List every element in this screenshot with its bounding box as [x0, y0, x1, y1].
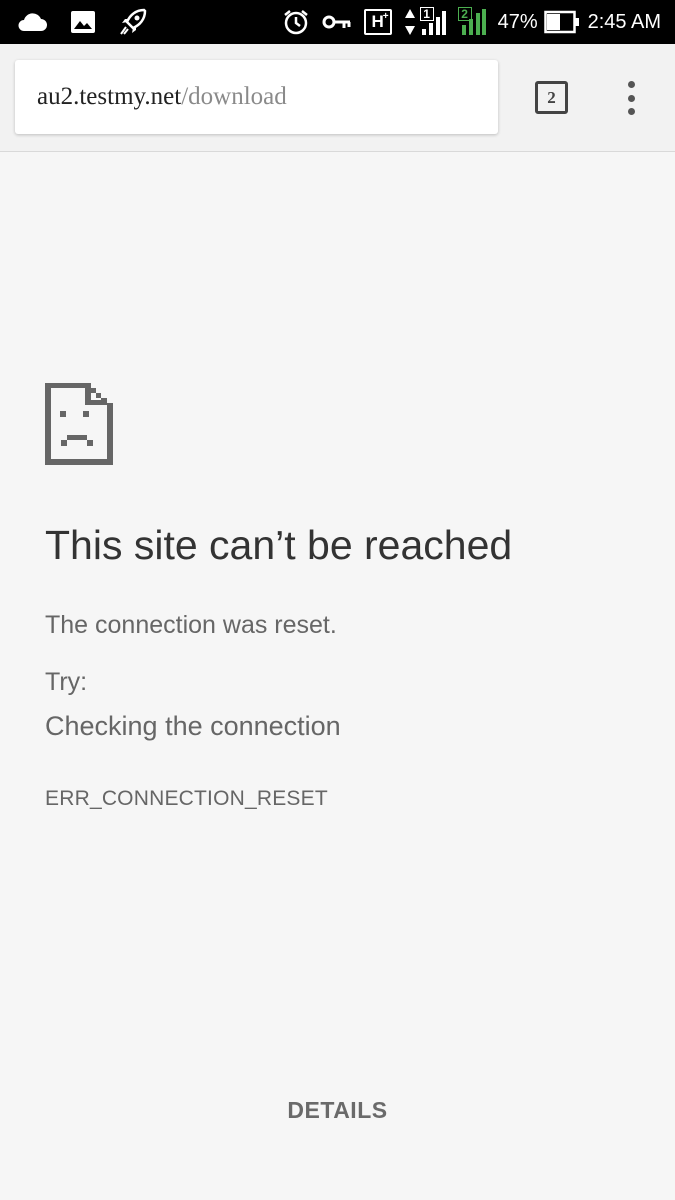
- cloud-icon: [16, 11, 48, 33]
- status-bar: H + 1 2 47% 2:45 AM: [0, 0, 675, 44]
- sad-page-icon: [45, 383, 113, 470]
- tab-switcher-button[interactable]: 2: [535, 81, 568, 114]
- url-bar[interactable]: au2.testmy.net/download: [15, 60, 498, 134]
- signal-sim2-icon: 2: [457, 7, 486, 37]
- menu-dot: [627, 81, 635, 88]
- clock: 2:45 AM: [587, 10, 661, 33]
- url-path: /download: [181, 83, 287, 110]
- suggestion-item: Checking the connection: [45, 711, 341, 741]
- menu-dot: [627, 108, 635, 115]
- url-host: au2.testmy.net: [37, 83, 182, 110]
- try-label: Try:: [45, 668, 88, 696]
- details-button[interactable]: DETAILS: [0, 1090, 675, 1130]
- error-description: The connection was reset.: [45, 611, 337, 639]
- browser-toolbar: au2.testmy.net/download 2: [0, 44, 675, 152]
- error-code: ERR_CONNECTION_RESET: [45, 787, 328, 810]
- rocket-icon: [118, 7, 148, 37]
- data-arrows-icon: [404, 7, 416, 37]
- battery-percent: 47%: [497, 10, 538, 33]
- menu-dot: [627, 94, 635, 102]
- footer-area: [0, 968, 675, 1200]
- vpn-key-icon: [322, 14, 352, 30]
- h-plus-network-icon: H +: [363, 9, 392, 35]
- status-bar-system: H + 1 2 47% 2:45 AM: [282, 0, 661, 44]
- status-bar-notifications: [16, 0, 148, 44]
- signal-sim1-icon: 1: [419, 7, 446, 37]
- error-title: This site can’t be reached: [45, 522, 513, 568]
- sim2-badge: 2: [457, 7, 472, 21]
- more-vert-icon[interactable]: [616, 78, 646, 118]
- alarm-icon: [282, 8, 310, 36]
- battery-icon: [543, 10, 580, 34]
- sim1-badge: 1: [419, 7, 434, 21]
- tab-count: 2: [547, 87, 556, 107]
- image-icon: [70, 10, 96, 34]
